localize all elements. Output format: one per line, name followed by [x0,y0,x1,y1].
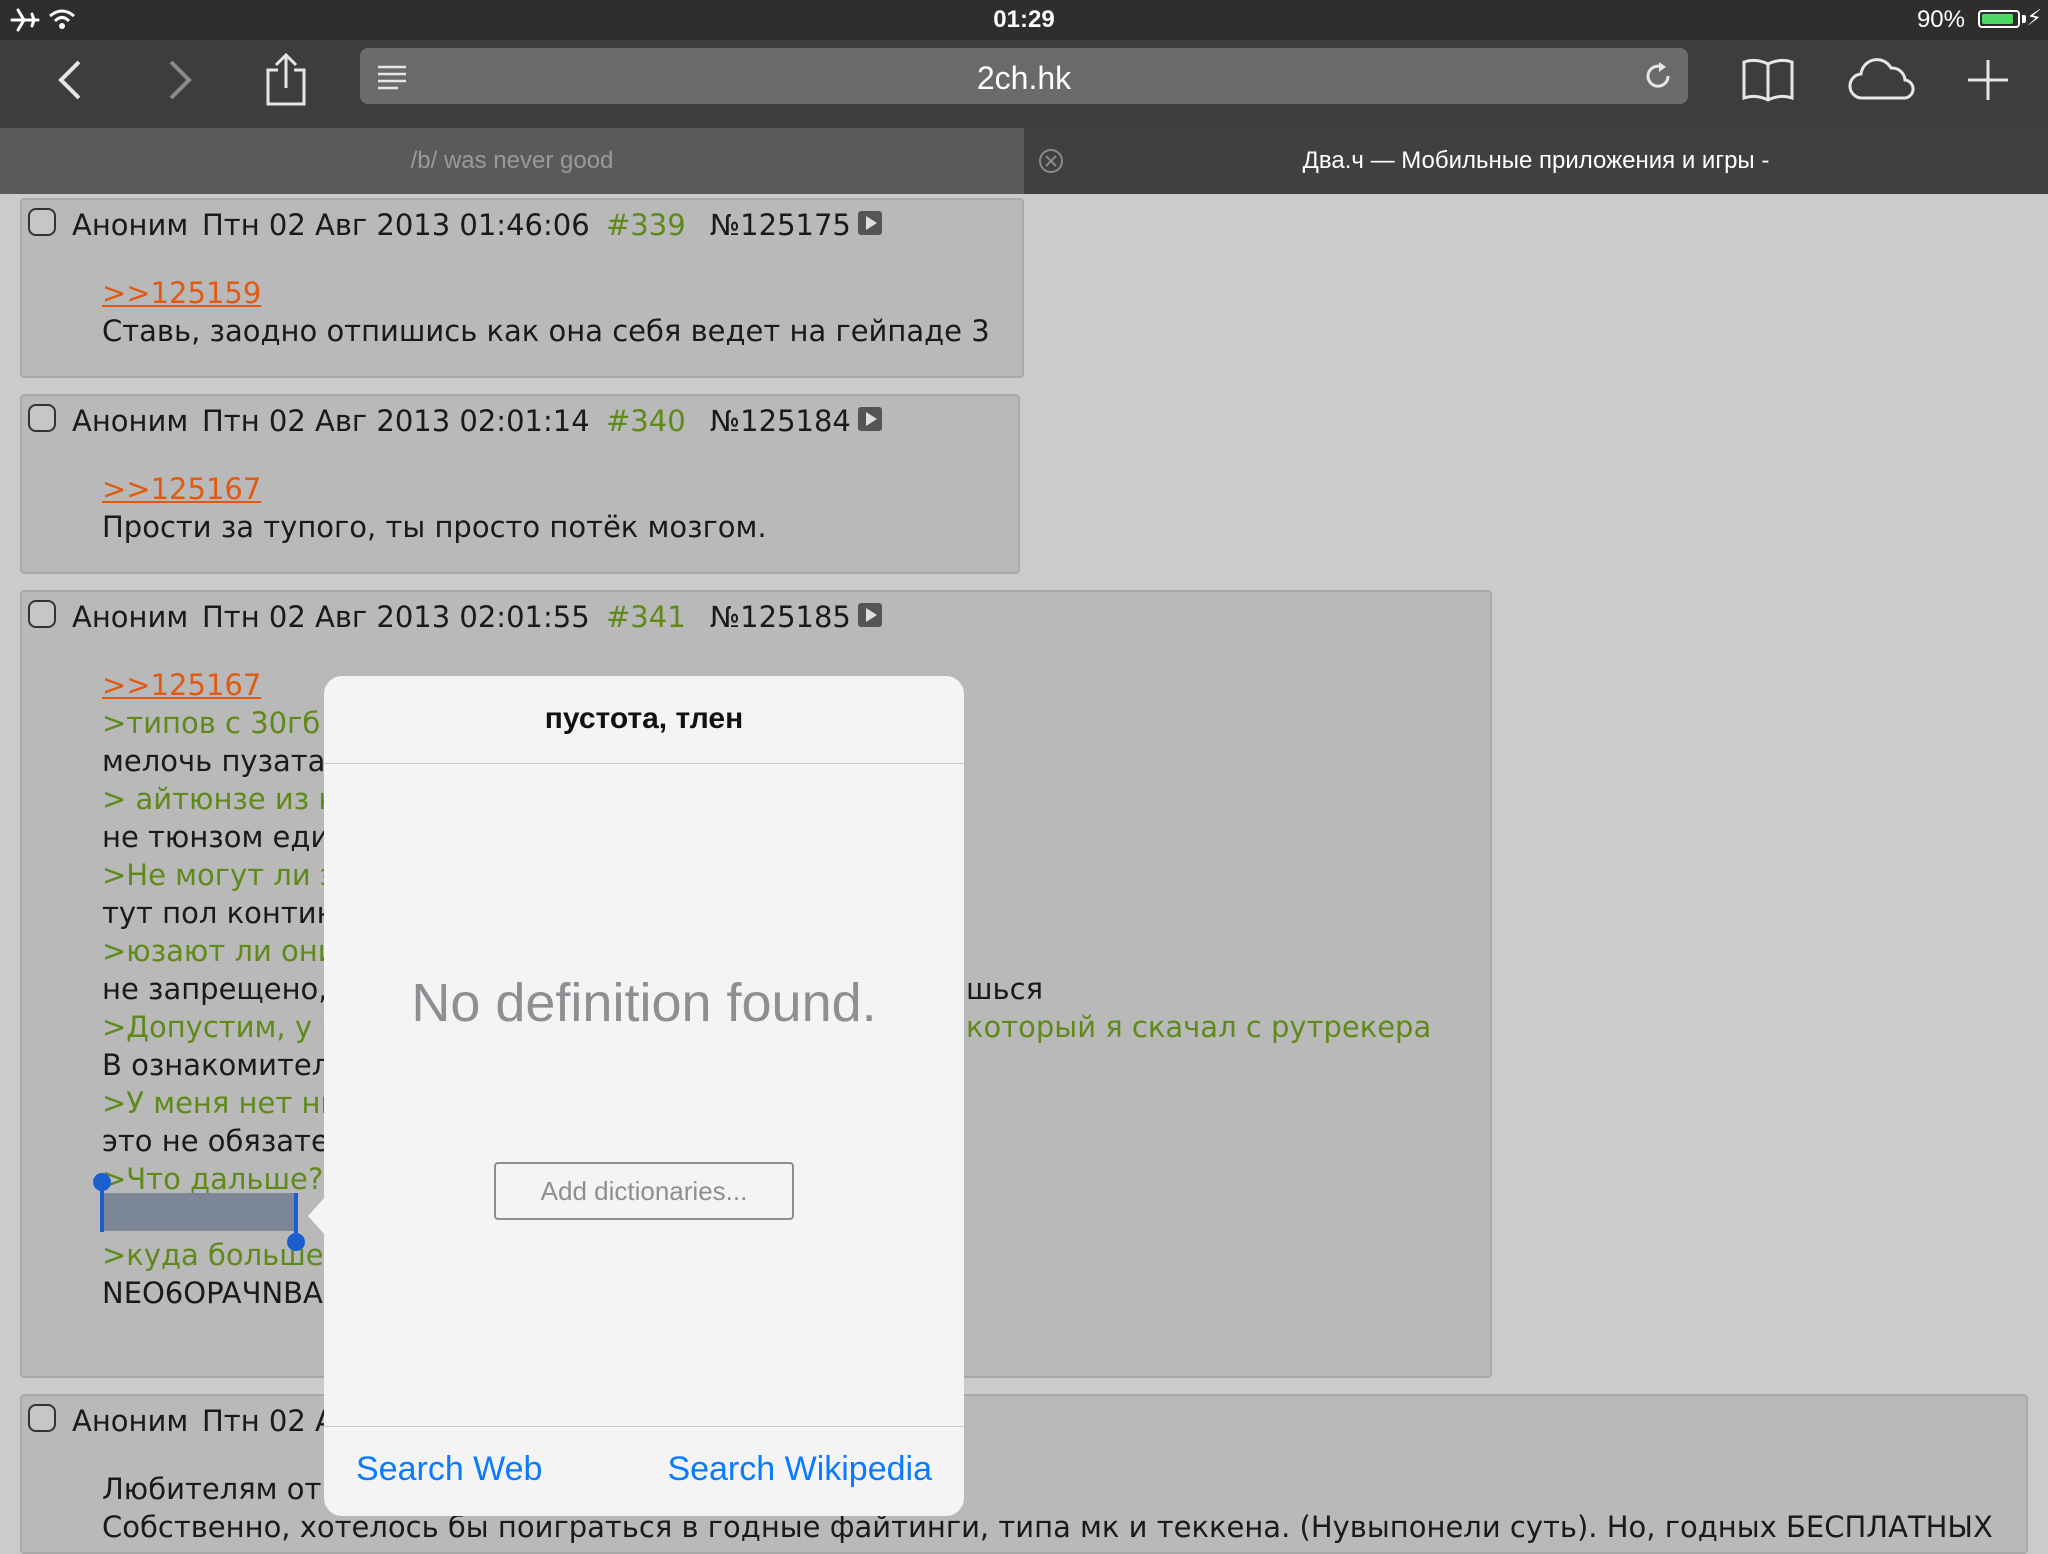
post-339: Аноним Птн 02 Авг 2013 01:46:06 #339 №12… [20,198,1024,378]
no-definition-message: No definition found. [411,973,877,1033]
forward-chevron-icon [169,60,192,100]
post-index: #340 [606,404,686,438]
post-author: Аноним [72,208,189,242]
post-header: Аноним Птн 02 Авг 2013 02:01:55 #341 №12… [22,592,1482,652]
url-text: 2ch.hk [976,60,1072,96]
battery-tip [2022,15,2026,23]
reply-arrow-icon[interactable] [858,603,882,627]
post-author: Аноним [72,404,189,438]
post-number[interactable]: №125184 [710,404,851,438]
share-button[interactable] [256,40,316,120]
selection-end-knob[interactable] [287,1233,305,1251]
post-text: Ставь, заодно отпишись как она себя веде… [102,314,990,348]
post-340: Аноним Птн 02 Авг 2013 02:01:14 #340 №12… [20,394,1020,574]
icloud-tabs-button[interactable] [1846,40,1918,120]
reload-icon[interactable] [1642,60,1674,92]
post-text-tail: шься [966,972,1044,1006]
popover-divider [324,763,964,764]
plus-icon [1968,60,2008,100]
post-quote: >Не могут ли э [102,858,336,892]
back-button[interactable] [40,40,100,120]
post-header: Аноним Птн 02 Авг 2013 02:01:14 #340 №12… [22,396,1022,456]
post-date: Птн 02 Авг 2013 01:46:06 [202,208,590,242]
charging-bolt-icon: ⚡ [2026,6,2042,31]
post-quote: > айтюнзе из к [102,782,336,816]
tab-b-was-never-good[interactable]: /b/ was never good [0,128,1024,194]
bookmarks-button[interactable] [1736,40,1800,120]
selection-start-knob[interactable] [93,1173,111,1191]
post-text: Прости за тупого, ты просто потёк мозгом… [102,510,767,544]
post-text: В ознакомитель [102,1048,348,1082]
status-time: 01:29 [993,6,1055,33]
post-text: это не обязател [102,1124,348,1158]
reply-link[interactable]: >>125167 [102,668,261,702]
reply-arrow-icon[interactable] [858,407,882,431]
post-text: Любителям отк [102,1472,339,1506]
address-bar[interactable]: 2ch.hk [360,48,1688,104]
reply-link[interactable]: >>125167 [102,472,261,506]
tab-bar: /b/ was never good Два.ч — Мобильные при… [0,128,2048,194]
post-quote: >Допустим, у н [102,1010,341,1044]
reply-link[interactable]: >>125159 [102,276,261,310]
post-index: #339 [606,208,686,242]
add-dictionaries-button[interactable]: Add dictionaries... [494,1162,794,1220]
post-text: не тюнзом един [102,820,349,854]
post-author: Аноним [72,600,189,634]
post-date: Птн 02 Авг 2013 02:01:55 [202,600,590,634]
post-date: Птн 02 Авг 2013 02:01:14 [202,404,590,438]
post-author: Аноним [72,1404,189,1438]
post-number[interactable]: №125185 [710,600,851,634]
post-quote: >типов с 30гб [102,706,321,740]
book-icon [1742,58,1794,102]
cloud-icon [1848,58,1915,100]
browser-toolbar: 2ch.hk [0,40,2048,128]
back-chevron-icon [58,60,81,100]
post-text: мелочь пузатая [102,744,343,778]
post-text: не запрещено, [102,972,328,1006]
post-header: Аноним Птн 02 А [22,1396,2022,1456]
share-icon [266,52,306,106]
tab-mobile-apps[interactable]: Два.ч — Мобильные приложения и игры - [1024,128,2048,194]
post-text: NEO6OPAЧNBAI [102,1276,332,1310]
reply-arrow-icon[interactable] [858,211,882,235]
search-wikipedia-button[interactable]: Search Wikipedia [667,1450,932,1489]
post-select-checkbox[interactable] [28,404,56,432]
post-header: Аноним Птн 02 Авг 2013 01:46:06 #339 №12… [22,200,1022,260]
post-quote: >У меня нет ни [102,1086,340,1120]
post-text: тут пол контине [102,896,354,930]
battery-percent: 90% [1916,6,1965,33]
new-tab-button[interactable] [1960,40,2016,120]
post-quote-tail: который я скачал с рутрекера [966,1010,1432,1044]
search-web-button[interactable]: Search Web [356,1450,542,1489]
post-date: Птн 02 А [202,1404,335,1438]
status-bar: 01:29 90% ⚡ [0,0,2048,40]
battery-icon [1978,10,2020,28]
post-number[interactable]: №125175 [710,208,851,242]
forward-button[interactable] [150,40,210,120]
popover-title: пустота, тлен [544,702,744,735]
close-tab-icon[interactable] [1038,148,1064,174]
post-next: Аноним Птн 02 А Любителям отк Собственно… [20,1394,2028,1554]
popover-divider [324,1426,964,1427]
post-select-checkbox[interactable] [28,1404,56,1432]
selection-start-handle[interactable] [100,1186,104,1232]
post-quote: >Что дальше? [102,1162,324,1196]
post-select-checkbox[interactable] [28,600,56,628]
dictionary-popover: пустота, тлен No definition found. Add d… [324,676,964,1516]
post-quote: >юзают ли они [102,934,337,968]
post-select-checkbox[interactable] [28,208,56,236]
post-index: #341 [606,600,686,634]
text-selection [102,1193,296,1231]
